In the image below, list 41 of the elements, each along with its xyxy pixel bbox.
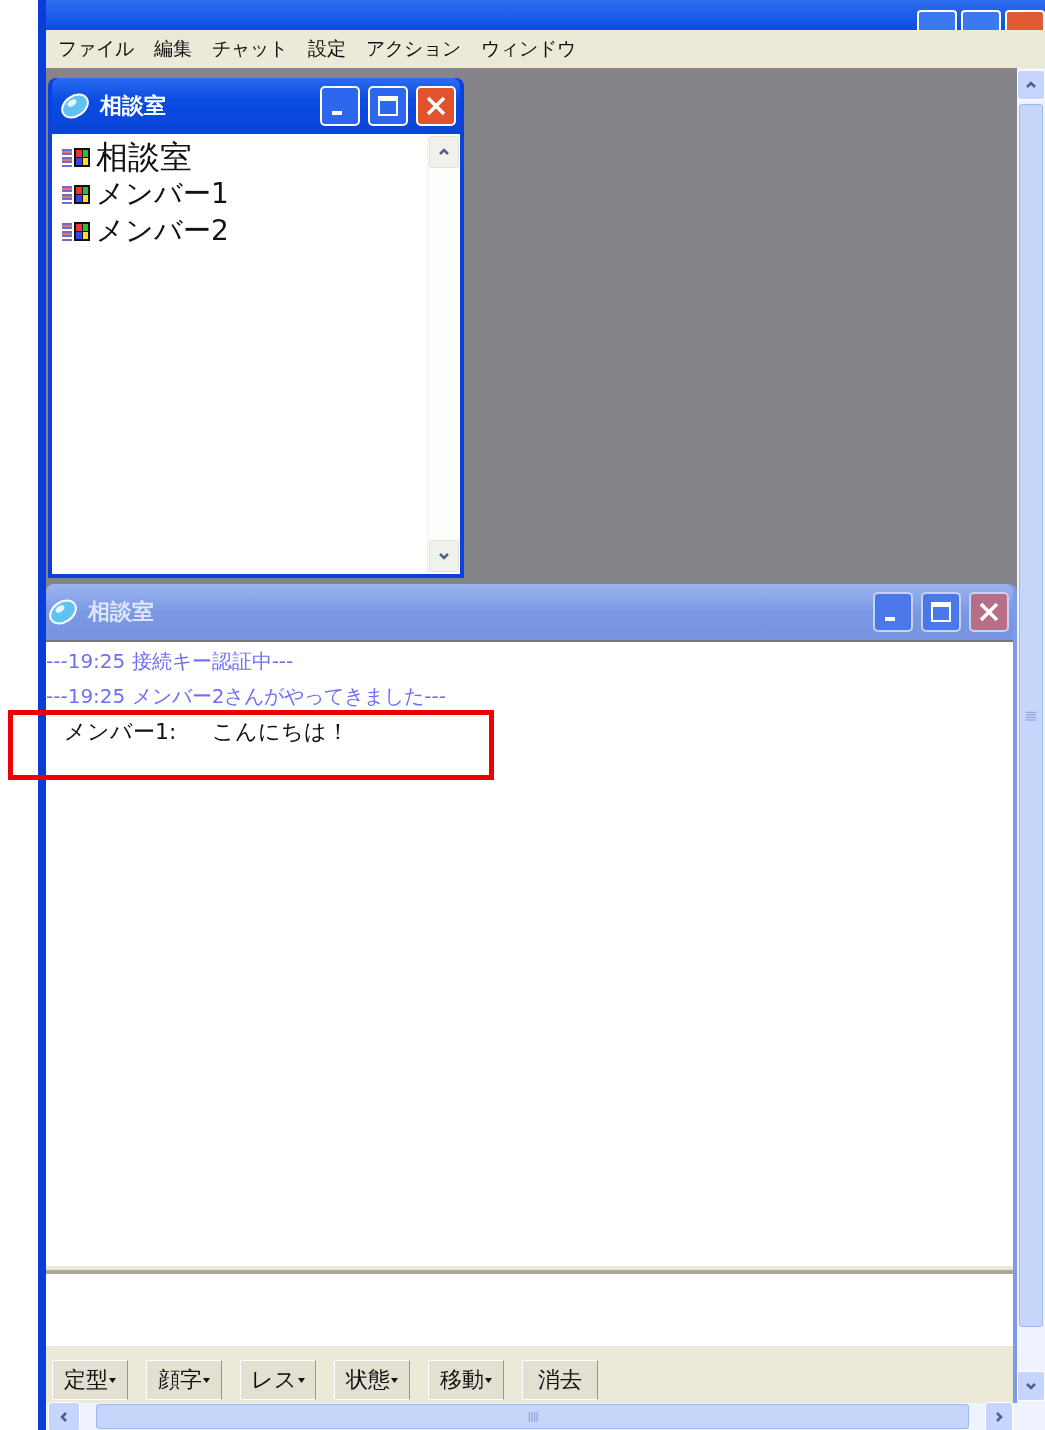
menu-item[interactable]: ファイル xyxy=(52,36,146,62)
close-icon xyxy=(978,601,1000,623)
grip-icon xyxy=(526,1409,539,1424)
minimize-button[interactable] xyxy=(873,592,913,632)
menu-item[interactable]: ウィンドウ xyxy=(475,36,588,62)
scroll-thumb[interactable] xyxy=(1019,104,1043,1327)
toolbar-button[interactable]: 状態 xyxy=(334,1360,410,1400)
maximize-icon xyxy=(930,601,952,623)
minimize-icon xyxy=(332,111,342,115)
scroll-thumb[interactable] xyxy=(96,1404,969,1429)
toolbar-button[interactable]: 消去 xyxy=(522,1360,598,1400)
window-title: 相談室 xyxy=(100,92,167,120)
speaker-name: メンバー1: xyxy=(64,718,177,746)
close-icon xyxy=(425,95,447,117)
system-message: ---19:25 メンバー2さんがやってきました--- xyxy=(46,683,448,710)
chat-bubble-icon xyxy=(46,597,80,627)
scroll-right-button[interactable] xyxy=(985,1401,1013,1430)
scroll-down-button[interactable] xyxy=(429,540,459,572)
menu-item[interactable]: 設定 xyxy=(302,36,358,62)
menu-item[interactable]: チャット xyxy=(206,36,300,62)
toolbar-button[interactable]: レス xyxy=(240,1360,316,1400)
room-name[interactable]: 相談室 xyxy=(96,140,192,173)
system-message: ---19:25 接続キー認証中--- xyxy=(46,648,295,675)
member-name[interactable]: メンバー1 xyxy=(96,179,229,208)
window-title: 相談室 xyxy=(88,598,155,626)
menu-item[interactable]: 編集 xyxy=(148,36,204,62)
grip-icon xyxy=(1024,709,1038,722)
scroll-up-button[interactable] xyxy=(429,136,459,168)
toolbar-button[interactable]: 顔字 xyxy=(146,1360,222,1400)
scroll-left-button[interactable] xyxy=(48,1401,80,1430)
chat-bubble-icon xyxy=(58,91,92,121)
toolbar-button[interactable]: 定型 xyxy=(52,1360,128,1400)
member-name[interactable]: メンバー2 xyxy=(96,216,229,245)
close-button[interactable] xyxy=(969,592,1009,632)
maximize-button[interactable] xyxy=(921,592,961,632)
minimize-icon xyxy=(885,617,895,621)
message-input[interactable] xyxy=(46,1270,1013,1346)
maximize-icon xyxy=(377,95,399,117)
chat-message: こんにちは！ xyxy=(212,718,350,746)
menu-item[interactable]: アクション xyxy=(360,36,473,62)
toolbar-button[interactable]: 移動 xyxy=(428,1360,504,1400)
